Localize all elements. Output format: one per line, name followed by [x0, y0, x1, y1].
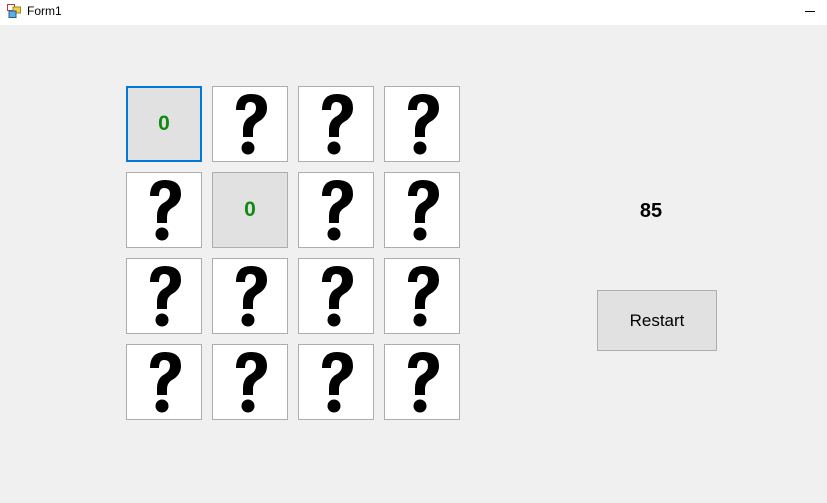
tile-revealed[interactable]: 0 [126, 86, 202, 162]
tile-hidden[interactable] [298, 258, 374, 334]
question-mark-icon [408, 180, 439, 241]
question-mark-icon [150, 352, 181, 413]
minimize-button[interactable] [797, 0, 827, 25]
tile-value: 0 [158, 112, 170, 135]
tile-hidden[interactable] [126, 172, 202, 248]
tile-hidden[interactable] [384, 86, 460, 162]
tile-hidden[interactable] [384, 172, 460, 248]
tile-hidden[interactable] [298, 86, 374, 162]
tile-revealed[interactable]: 0 [212, 172, 288, 248]
question-mark-icon [322, 180, 353, 241]
question-mark-icon [236, 352, 267, 413]
question-mark-icon [236, 266, 267, 327]
tile-hidden[interactable] [126, 344, 202, 420]
question-mark-icon [408, 352, 439, 413]
tile-hidden[interactable] [212, 86, 288, 162]
tile-hidden[interactable] [384, 258, 460, 334]
question-mark-icon [150, 180, 181, 241]
title-bar: Form1 [0, 0, 827, 25]
question-mark-icon [236, 94, 267, 155]
tile-hidden[interactable] [384, 344, 460, 420]
tile-hidden[interactable] [212, 344, 288, 420]
tile-hidden[interactable] [212, 258, 288, 334]
question-mark-icon [408, 266, 439, 327]
tile-hidden[interactable] [298, 344, 374, 420]
tile-value: 0 [244, 198, 256, 221]
question-mark-icon [408, 94, 439, 155]
question-mark-icon [322, 266, 353, 327]
question-mark-icon [322, 352, 353, 413]
question-mark-icon [322, 94, 353, 155]
restart-button[interactable]: Restart [597, 290, 717, 351]
app-icon [7, 4, 21, 18]
question-mark-icon [150, 266, 181, 327]
tile-hidden[interactable] [126, 258, 202, 334]
tile-hidden[interactable] [298, 172, 374, 248]
score-label: 85 [639, 200, 663, 222]
window-title: Form1 [27, 4, 62, 18]
